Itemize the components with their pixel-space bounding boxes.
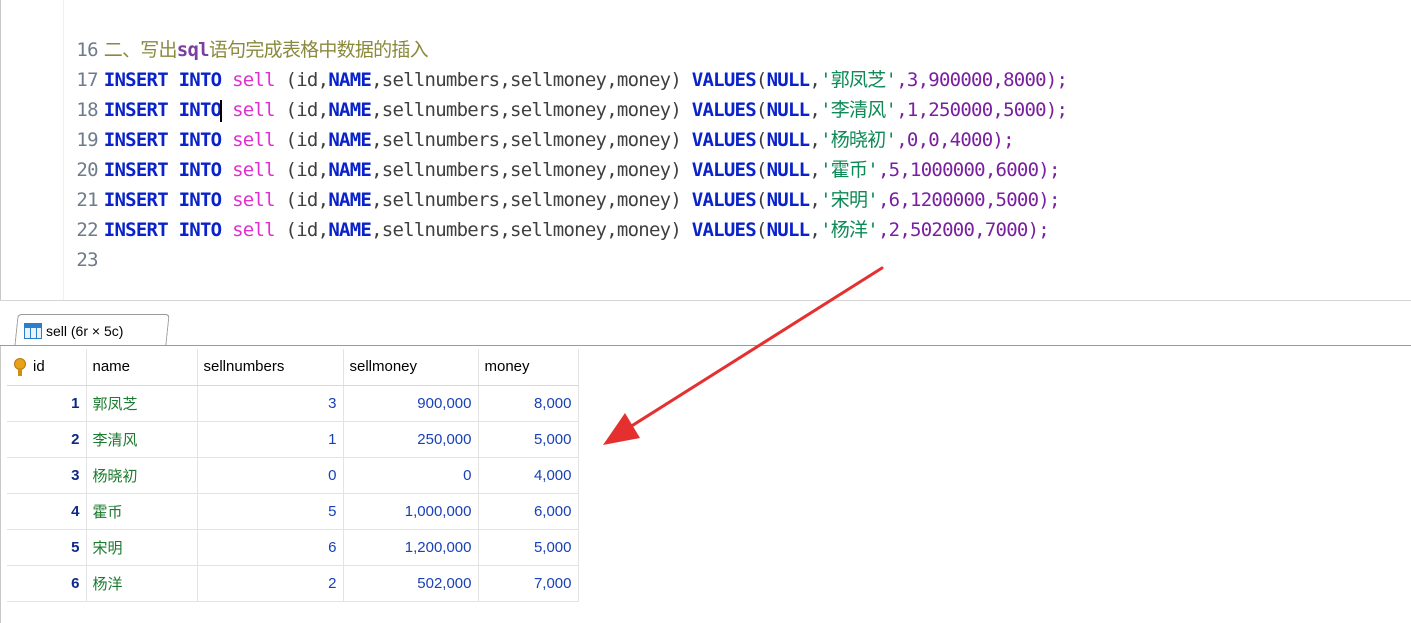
table-row[interactable]: 2 李清风 1 250,000 5,000: [7, 421, 579, 458]
keyword: NULL: [766, 219, 811, 241]
cell-id[interactable]: 3: [7, 457, 87, 494]
table-row[interactable]: 1 郭凤芝 3 900,000 8,000: [7, 385, 579, 422]
editor-line-20[interactable]: 20 INSERT INTO sell (id,NAME,sellnumbers,…: [1, 125, 1060, 181]
cell-id[interactable]: 5: [7, 529, 87, 566]
cell-sellmoney[interactable]: 0: [343, 457, 479, 494]
cell-sellmoney[interactable]: 1,200,000: [343, 529, 479, 566]
cell-sellnumbers[interactable]: 3: [197, 385, 344, 422]
cell-name[interactable]: 霍币: [86, 493, 198, 530]
result-tab-label: sell (6r × 5c): [46, 323, 124, 339]
column-header-name[interactable]: name: [86, 349, 198, 386]
cell-money[interactable]: 6,000: [478, 493, 579, 530]
cell-sellnumbers[interactable]: 6: [197, 529, 344, 566]
editor-line-18[interactable]: 18 INSERT INTO sell (id,NAME,sellnumbers,…: [1, 65, 1068, 122]
cell-sellnumbers[interactable]: 0: [197, 457, 344, 494]
table-grid-icon: [24, 323, 42, 339]
cell-id[interactable]: 1: [7, 385, 87, 422]
comma: ,: [809, 219, 821, 241]
editor-line-23[interactable]: 23: [1, 215, 104, 271]
editor-line-19[interactable]: 19 INSERT INTO sell (id,NAME,sellnumbers,…: [1, 95, 1014, 151]
table-row[interactable]: 5 宋明 6 1,200,000 5,000: [7, 529, 579, 566]
cell-name[interactable]: 郭凤芝: [86, 385, 198, 422]
column-header-sellmoney[interactable]: sellmoney: [343, 349, 479, 386]
editor-line-16[interactable]: 16 二、写出sql语句完成表格中数据的插入: [1, 5, 428, 61]
cell-sellnumbers[interactable]: 1: [197, 421, 344, 458]
cell-money[interactable]: 8,000: [478, 385, 579, 422]
keyword: INSERT: [103, 219, 169, 241]
header-row: id name sellnumbers sellmoney money: [7, 349, 579, 386]
keyword: INTO: [178, 219, 223, 241]
cell-sellmoney[interactable]: 250,000: [343, 421, 479, 458]
result-tab-strip: [0, 300, 1411, 346]
cell-sellmoney[interactable]: 1,000,000: [343, 493, 479, 530]
result-tab-label-wrap[interactable]: sell (6r × 5c): [24, 316, 123, 346]
cell-money[interactable]: 5,000: [478, 421, 579, 458]
column-list: ,sellnumbers,sellmoney,money): [371, 219, 682, 241]
cell-name[interactable]: 杨晓初: [86, 457, 198, 494]
cell-id[interactable]: 4: [7, 493, 87, 530]
line-number: 23: [76, 249, 98, 271]
sql-editor[interactable]: 16 二、写出sql语句完成表格中数据的插入 17 INSERT INTO sell…: [0, 0, 1411, 300]
cell-name[interactable]: 宋明: [86, 529, 198, 566]
cell-name[interactable]: 杨洋: [86, 565, 198, 602]
editor-line-22[interactable]: 22 INSERT INTO sell (id,NAME,sellnumbers,…: [1, 185, 1049, 241]
cell-sellnumbers[interactable]: 2: [197, 565, 344, 602]
cell-sellmoney[interactable]: 502,000: [343, 565, 479, 602]
cell-money[interactable]: 7,000: [478, 565, 579, 602]
cell-money[interactable]: 5,000: [478, 529, 579, 566]
cell-money[interactable]: 4,000: [478, 457, 579, 494]
table-name: sell: [232, 219, 276, 241]
table-row[interactable]: 4 霍币 5 1,000,000 6,000: [7, 493, 579, 530]
string-literal: '杨洋': [820, 219, 879, 241]
editor-line-21[interactable]: 21 INSERT INTO sell (id,NAME,sellnumbers,…: [1, 155, 1060, 211]
table-row[interactable]: 3 杨晓初 0 0 4,000: [7, 457, 579, 494]
keyword: NAME: [328, 219, 372, 241]
column-header-money[interactable]: money: [478, 349, 579, 386]
cell-id[interactable]: 6: [7, 565, 87, 602]
paren: (: [755, 219, 767, 241]
table-row[interactable]: 6 杨洋 2 502,000 7,000: [7, 565, 579, 602]
cell-id[interactable]: 2: [7, 421, 87, 458]
result-grid[interactable]: id name sellnumbers sellmoney money 1 郭凤…: [0, 346, 1411, 623]
column-header-sellnumbers[interactable]: sellnumbers: [197, 349, 344, 386]
editor-line-17[interactable]: 17 INSERT INTO sell (id,NAME,sellnumbers,…: [1, 35, 1068, 91]
cell-sellnumbers[interactable]: 5: [197, 493, 344, 530]
column-list: (id,: [285, 219, 330, 241]
column-header-id[interactable]: id: [7, 349, 87, 386]
numeric-values: ,2,502000,7000);: [877, 219, 1050, 241]
result-table: id name sellnumbers sellmoney money 1 郭凤…: [7, 349, 579, 602]
cell-name[interactable]: 李清风: [86, 421, 198, 458]
cell-sellmoney[interactable]: 900,000: [343, 385, 479, 422]
primary-key-icon: [13, 357, 27, 376]
keyword: VALUES: [691, 219, 757, 241]
